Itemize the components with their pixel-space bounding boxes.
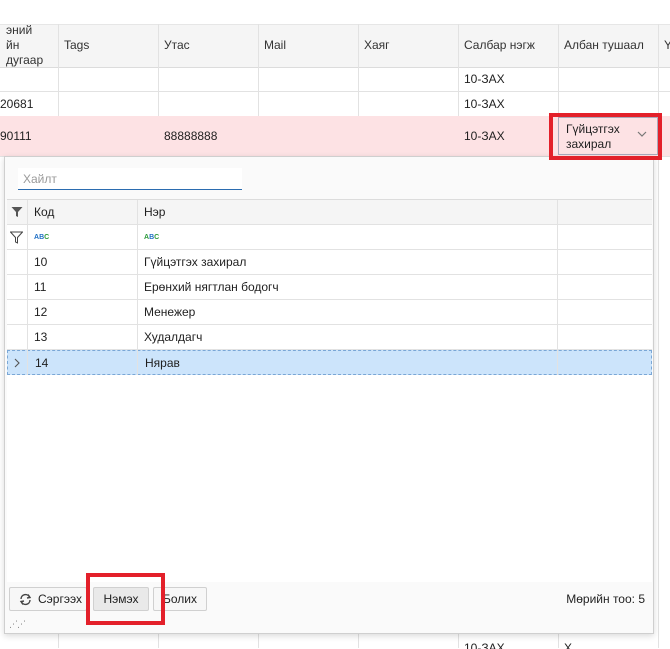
item-code: 14 bbox=[35, 355, 49, 370]
list-item[interactable]: 13 Худалдагч bbox=[7, 325, 652, 350]
position-dropdown-value: Гүйцэтгэх захирал bbox=[566, 122, 620, 151]
add-button[interactable]: Нэмэх bbox=[93, 587, 149, 611]
item-code: 12 bbox=[34, 305, 48, 319]
cell-branch: 10-ЗАХ bbox=[464, 129, 505, 143]
cell-phone: 88888888 bbox=[164, 129, 218, 143]
filter-row[interactable]: ABC ABC bbox=[7, 225, 652, 250]
position-dropdown[interactable]: Гүйцэтгэх захирал bbox=[558, 117, 658, 155]
column-divider bbox=[557, 200, 558, 375]
cell-position: Х bbox=[564, 641, 573, 649]
item-name: Менежер bbox=[144, 305, 196, 319]
cancel-button[interactable]: Болих bbox=[153, 587, 207, 611]
list-item[interactable]: 12 Менежер bbox=[7, 300, 652, 325]
cell-branch: 10-ЗАХ bbox=[464, 96, 505, 111]
search-input[interactable] bbox=[18, 168, 242, 190]
item-code: 13 bbox=[34, 330, 48, 344]
column-header-phone[interactable]: Утас bbox=[158, 24, 258, 66]
refresh-button[interactable]: Сэргээх bbox=[9, 587, 87, 611]
filter-icon[interactable] bbox=[7, 225, 27, 249]
list-item-focused[interactable]: 14 Нярав bbox=[7, 350, 652, 375]
cell-branch: 10-ЗАХ bbox=[464, 641, 505, 649]
table-row[interactable]: 10-ЗАХ bbox=[0, 67, 670, 92]
filter-funnel-icon[interactable] bbox=[7, 200, 27, 224]
resize-grip-icon[interactable]: ⋰⋰ bbox=[9, 619, 26, 630]
chevron-down-icon[interactable] bbox=[637, 129, 647, 141]
code-filter-abc-icon[interactable]: ABC bbox=[27, 225, 137, 249]
cell-register-number: 20681 bbox=[0, 96, 34, 111]
refresh-icon bbox=[18, 593, 33, 606]
cell-register-number: 90111 bbox=[0, 129, 32, 143]
column-divider bbox=[27, 200, 28, 375]
table-row[interactable]: 10-ЗАХ Х bbox=[0, 635, 670, 649]
lookup-grid-header: Код Нэр bbox=[7, 200, 652, 225]
row-count-label: Мөрийн тоо: 5 bbox=[566, 592, 645, 606]
column-header-tags[interactable]: Tags bbox=[58, 24, 158, 66]
cell-branch: 10-ЗАХ bbox=[464, 72, 505, 86]
lookup-popup: Код Нэр ABC ABC 10 Гүйцэтгэх захирал 11 … bbox=[4, 156, 654, 634]
row-indicator-chevron-icon bbox=[8, 351, 28, 374]
item-code: 10 bbox=[34, 255, 48, 269]
column-header-position[interactable]: Албан тушаал bbox=[558, 24, 658, 66]
column-header-branch[interactable]: Салбар нэгж bbox=[458, 24, 558, 66]
column-header-extra[interactable]: Y bbox=[658, 24, 670, 66]
column-header-register-number[interactable]: эний йн дугаар bbox=[0, 22, 58, 67]
list-item[interactable]: 10 Гүйцэтгэх захирал bbox=[7, 250, 652, 275]
item-code: 11 bbox=[34, 280, 47, 294]
item-name: Ерөнхий нягтлан бодогч bbox=[144, 280, 279, 294]
column-divider bbox=[137, 200, 138, 375]
header-text: эний bbox=[6, 22, 33, 37]
item-name: Худалдагч bbox=[144, 330, 203, 344]
item-name: Гүйцэтгэх захирал bbox=[144, 255, 247, 269]
lookup-grid: Код Нэр ABC ABC 10 Гүйцэтгэх захирал 11 … bbox=[7, 199, 652, 582]
column-header-name[interactable]: Нэр bbox=[137, 200, 557, 224]
refresh-button-label: Сэргээх bbox=[38, 592, 82, 606]
table-row[interactable]: 20681 10-ЗАХ bbox=[0, 91, 670, 117]
column-header-mail[interactable]: Mail bbox=[258, 24, 358, 66]
list-item[interactable]: 11 Ерөнхий нягтлан бодогч bbox=[7, 275, 652, 300]
header-text: йн дугаар bbox=[6, 37, 44, 67]
column-header-address[interactable]: Хаяг bbox=[358, 24, 458, 66]
cell-register-number bbox=[0, 67, 58, 91]
column-header-code[interactable]: Код bbox=[27, 200, 137, 224]
item-name: Нярав bbox=[145, 355, 180, 370]
name-filter-abc-icon[interactable]: ABC bbox=[137, 225, 557, 249]
